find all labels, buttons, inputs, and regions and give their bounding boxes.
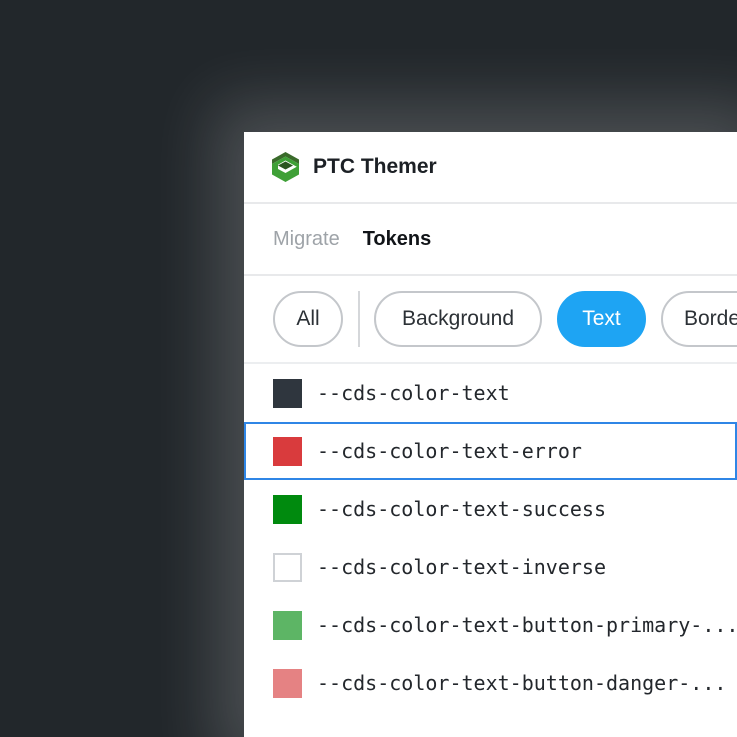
token-name: --cds-color-text-button-danger-... [317,671,727,695]
filter-divider [358,291,360,347]
token-row[interactable]: --cds-color-text-success [244,480,737,538]
token-list: --cds-color-text --cds-color-text-error … [244,364,737,712]
filter-chip-background[interactable]: Background [374,291,542,347]
token-name: --cds-color-text-inverse [317,555,606,579]
title-bar: PTC Themer [244,132,737,204]
ptc-logo-icon [272,152,299,182]
app-title: PTC Themer [313,155,437,178]
token-row[interactable]: --cds-color-text [244,364,737,422]
color-swatch [273,494,302,524]
filter-chip-all[interactable]: All [273,291,343,347]
color-swatch [273,668,302,698]
color-swatch [273,436,302,466]
filter-chips: All Background Text Borde [244,276,737,364]
filter-chip-border[interactable]: Borde [661,291,737,347]
color-swatch [273,552,302,582]
token-row[interactable]: --cds-color-text-button-primary-... [244,596,737,654]
tab-migrate[interactable]: Migrate [273,228,340,251]
color-swatch [273,378,302,408]
tab-tokens[interactable]: Tokens [363,228,432,251]
token-name: --cds-color-text-error [317,439,582,463]
color-swatch [273,610,302,640]
token-row[interactable]: --cds-color-text-error [244,422,737,480]
token-row[interactable]: --cds-color-text-button-danger-... [244,654,737,712]
token-name: --cds-color-text-button-primary-... [317,613,737,637]
tab-bar: Migrate Tokens [244,204,737,276]
token-row[interactable]: --cds-color-text-inverse [244,538,737,596]
themer-panel: PTC Themer Migrate Tokens All Background… [244,132,737,737]
token-name: --cds-color-text [317,381,510,405]
token-name: --cds-color-text-success [317,497,606,521]
filter-chip-text[interactable]: Text [557,291,646,347]
